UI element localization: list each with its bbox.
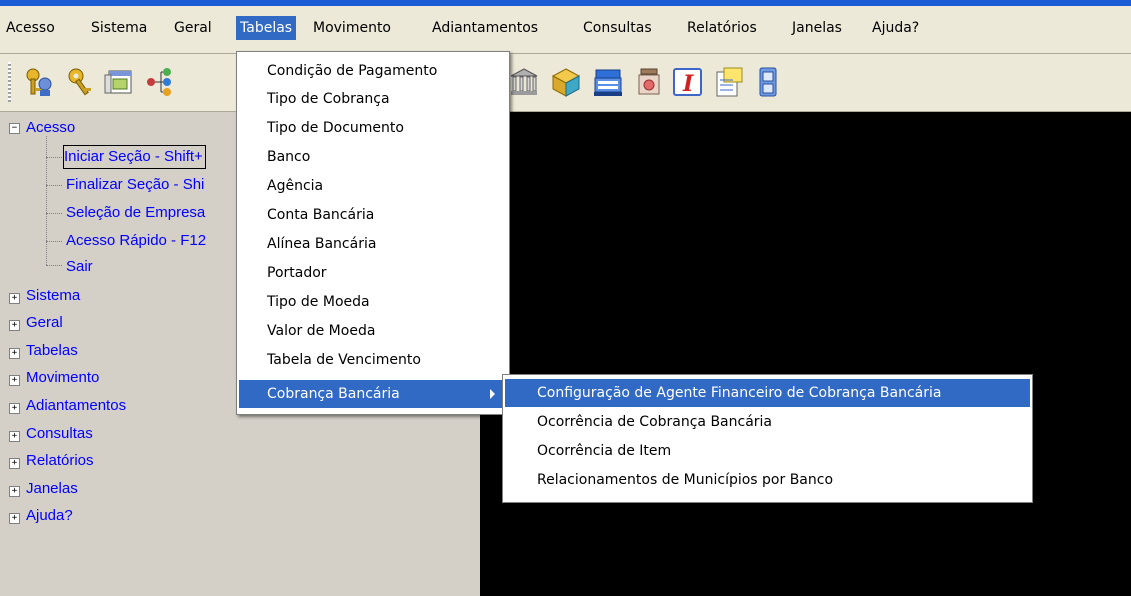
cabinet-icon[interactable] [752, 66, 784, 98]
menu-item-alinea-bancaria[interactable]: Alínea Bancária [239, 230, 507, 258]
expand-icon[interactable]: + [9, 293, 20, 304]
menu-item-portador[interactable]: Portador [239, 259, 507, 287]
tree-connector [46, 241, 62, 242]
toolbar: I [0, 54, 1131, 112]
collapse-icon[interactable]: − [9, 123, 20, 134]
menu-item-conta-bancaria[interactable]: Conta Bancária [239, 201, 507, 229]
menu-item-tabela-vencimento[interactable]: Tabela de Vencimento [239, 346, 507, 374]
menu-item-agencia[interactable]: Agência [239, 172, 507, 200]
menu-janelas[interactable]: Janelas [788, 16, 846, 40]
keys-icon[interactable] [64, 66, 96, 98]
menu-adiantamentos[interactable]: Adiantamentos [428, 16, 542, 40]
menu-item-cobranca-bancaria-label: Cobrança Bancária [267, 386, 400, 402]
menu-item-banco[interactable]: Banco [239, 143, 507, 171]
cobranca-bancaria-submenu: Configuração de Agente Financeiro de Cob… [502, 374, 1033, 503]
toolbar-grip[interactable] [8, 62, 11, 102]
tree-node-acesso[interactable]: Acesso [26, 117, 75, 139]
submenu-item-configuracao-agente[interactable]: Configuração de Agente Financeiro de Cob… [505, 379, 1030, 407]
menu-item-condicao-pagamento[interactable]: Condição de Pagamento [239, 57, 507, 85]
submenu-item-ocorrencia-item[interactable]: Ocorrência de Item [505, 437, 1030, 465]
expand-icon[interactable]: + [9, 486, 20, 497]
tree-node-janelas[interactable]: Janelas [26, 478, 78, 500]
expand-icon[interactable]: + [9, 375, 20, 386]
cash-register-icon[interactable] [592, 66, 624, 98]
tree-node-consultas[interactable]: Consultas [26, 423, 93, 445]
tree-item-acesso-rapido[interactable]: Acesso Rápido - F12 [66, 230, 206, 252]
tree-item-iniciar-secao[interactable]: Iniciar Seção - Shift+ [63, 145, 206, 169]
tree-node-adiantamentos[interactable]: Adiantamentos [26, 395, 126, 417]
tree-item-selecao-empresa[interactable]: Seleção de Empresa [66, 202, 205, 224]
tree-node-movimento[interactable]: Movimento [26, 367, 99, 389]
submenu-arrow-icon [490, 389, 495, 399]
expand-icon[interactable]: + [9, 513, 20, 524]
package-icon[interactable] [550, 66, 582, 98]
menu-item-cobranca-bancaria[interactable]: Cobrança Bancária [239, 380, 507, 408]
expand-icon[interactable]: + [9, 403, 20, 414]
tree-node-relatorios[interactable]: Relatórios [26, 450, 94, 472]
submenu-item-relacionamentos-municipios[interactable]: Relacionamentos de Municípios por Banco [505, 466, 1030, 494]
tree-node-ajuda[interactable]: Ajuda? [26, 505, 73, 527]
menu-item-tipo-documento[interactable]: Tipo de Documento [239, 114, 507, 142]
tabelas-menu: Condição de Pagamento Tipo de Cobrança T… [236, 51, 510, 415]
italic-i-icon[interactable]: I [672, 66, 704, 98]
menu-ajuda[interactable]: Ajuda? [868, 16, 923, 40]
tree-item-finalizar-secao[interactable]: Finalizar Seção - Shi [66, 174, 204, 196]
tree-item-sair[interactable]: Sair [66, 256, 93, 278]
window-icon[interactable] [103, 66, 135, 98]
menu-tabelas[interactable]: Tabelas [236, 16, 297, 40]
main-content-area [480, 112, 1131, 596]
submenu-item-ocorrencia-cobranca[interactable]: Ocorrência de Cobrança Bancária [505, 408, 1030, 436]
menu-item-tipo-moeda[interactable]: Tipo de Moeda [239, 288, 507, 316]
tree-connector [46, 157, 62, 158]
tree-connector [46, 213, 62, 214]
expand-icon[interactable]: + [9, 431, 20, 442]
expand-icon[interactable]: + [9, 348, 20, 359]
notes-icon[interactable] [713, 66, 745, 98]
menu-sistema[interactable]: Sistema [87, 16, 151, 40]
menu-item-tipo-cobranca[interactable]: Tipo de Cobrança [239, 85, 507, 113]
menu-item-valor-moeda[interactable]: Valor de Moeda [239, 317, 507, 345]
bank-icon[interactable] [508, 66, 540, 98]
tree-connector [46, 136, 47, 265]
svg-text:I: I [682, 71, 694, 97]
menu-acesso[interactable]: Acesso [2, 16, 59, 40]
menu-relatorios[interactable]: Relatórios [683, 16, 761, 40]
tree-node-geral[interactable]: Geral [26, 312, 63, 334]
tree-network-icon[interactable] [143, 66, 175, 98]
tree-connector [46, 185, 62, 186]
menu-consultas[interactable]: Consultas [579, 16, 656, 40]
expand-icon[interactable]: + [9, 458, 20, 469]
jar-icon[interactable] [633, 66, 665, 98]
keys-user-icon[interactable] [22, 66, 54, 98]
tree-connector [46, 265, 62, 266]
tree-node-sistema[interactable]: Sistema [26, 285, 80, 307]
tree-node-tabelas[interactable]: Tabelas [26, 340, 78, 362]
menu-geral[interactable]: Geral [170, 16, 216, 40]
menu-movimento[interactable]: Movimento [309, 16, 395, 40]
expand-icon[interactable]: + [9, 320, 20, 331]
menu-bar: Acesso Sistema Geral Tabelas Movimento A… [0, 6, 1131, 54]
